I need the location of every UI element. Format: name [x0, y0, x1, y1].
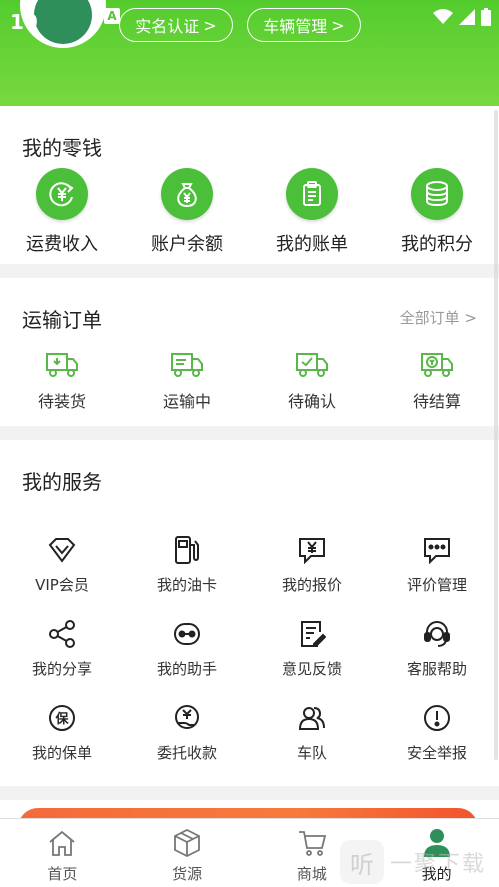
box-icon — [125, 827, 250, 859]
service-label: 委托收款 — [156, 744, 217, 762]
wallet-title: 我的零钱 — [22, 136, 102, 160]
wallet-item-label: 我的账单 — [276, 234, 348, 255]
scrollbar[interactable] — [494, 110, 498, 760]
service-label: VIP会员 — [35, 576, 89, 594]
service-vip[interactable]: VIP会员 — [7, 534, 117, 595]
status-time: 10 — [10, 10, 38, 34]
all-orders-link[interactable]: 全部订单 > — [400, 307, 477, 328]
services-title: 我的服务 — [22, 470, 102, 494]
truck-load-icon — [12, 350, 112, 380]
vehicle-management-label: 车辆管理 — [263, 17, 328, 36]
service-label: 我的油卡 — [156, 576, 217, 594]
wifi-icon — [433, 9, 453, 24]
signal-icon — [459, 9, 475, 25]
comment-icon — [382, 534, 492, 566]
freight-income-icon — [36, 168, 88, 220]
truck-moving-icon — [137, 350, 237, 380]
service-customer-help[interactable]: 客服帮助 — [382, 618, 492, 679]
insurance-icon: 保 — [7, 702, 117, 734]
avatar-image — [34, 0, 92, 44]
wallet-item-label: 运费收入 — [26, 234, 98, 255]
share-icon — [7, 618, 117, 650]
order-status-label: 待装货 — [37, 392, 86, 411]
order-status-pending-load[interactable]: 待装货 — [12, 350, 112, 412]
wallet-item-freight-income[interactable]: 运费收入 — [12, 168, 112, 256]
truck-check-icon — [262, 350, 362, 380]
status-notification-icon: A — [104, 8, 120, 24]
service-fleet[interactable]: 车队 — [257, 702, 367, 763]
watermark-text: 一聚下载 — [390, 852, 487, 877]
svg-text:保: 保 — [54, 711, 69, 727]
service-label: 我的助手 — [156, 660, 217, 678]
service-feedback[interactable]: 意见反馈 — [257, 618, 367, 679]
alert-icon — [382, 702, 492, 734]
profile-header: 10 A 实名认证 > 车辆管理 > — [0, 0, 499, 106]
feedback-icon — [257, 618, 367, 650]
headset-icon — [382, 618, 492, 650]
chevron-right-icon: > — [331, 15, 345, 35]
status-icons — [433, 8, 491, 26]
order-status-label: 运输中 — [162, 392, 211, 411]
diamond-icon — [7, 534, 117, 566]
service-label: 意见反馈 — [281, 660, 342, 678]
service-my-share[interactable]: 我的分享 — [7, 618, 117, 679]
coins-stack-icon — [411, 168, 463, 220]
truck-settle-icon — [387, 350, 487, 380]
order-status-pending-settle[interactable]: 待结算 — [387, 350, 487, 412]
order-status-in-transit[interactable]: 运输中 — [137, 350, 237, 412]
tab-cargo[interactable]: 货源 — [125, 819, 250, 887]
quote-icon — [257, 534, 367, 566]
chevron-right-icon: > — [203, 15, 217, 35]
service-my-policy[interactable]: 保 我的保单 — [7, 702, 117, 763]
verify-identity-label: 实名认证 — [135, 17, 200, 36]
service-entrusted-collection[interactable]: 委托收款 — [132, 702, 242, 763]
team-icon — [257, 702, 367, 734]
watermark-logo: 听 — [340, 840, 384, 884]
wallet-item-label: 账户余额 — [151, 234, 223, 255]
service-label: 我的保单 — [31, 744, 92, 762]
wallet-item-my-points[interactable]: 我的积分 — [387, 168, 487, 256]
tab-home[interactable]: 首页 — [0, 819, 125, 887]
wallet-card: 我的零钱 运费收入 账户余额 我的账单 我的积分 — [0, 106, 499, 264]
service-label: 车队 — [296, 744, 327, 762]
orders-title: 运输订单 — [22, 308, 102, 332]
watermark: 听 一聚下载 — [340, 840, 486, 884]
service-label: 我的报价 — [281, 576, 342, 594]
verify-identity-button[interactable]: 实名认证 > — [119, 8, 233, 42]
service-label: 安全举报 — [406, 744, 467, 762]
service-fuel-card[interactable]: 我的油卡 — [132, 534, 242, 595]
order-status-label: 待结算 — [412, 392, 461, 411]
money-bag-icon — [161, 168, 213, 220]
fuel-pump-icon — [132, 534, 242, 566]
wallet-item-account-balance[interactable]: 账户余额 — [137, 168, 237, 256]
profile-page: { "status_bar": {"time": "10"}, "header"… — [0, 0, 499, 887]
transport-orders-card: 运输订单 全部订单 > 待装货 运输中 待确认 待结算 — [0, 278, 499, 426]
home-icon — [0, 827, 125, 859]
hand-money-icon — [132, 702, 242, 734]
service-label: 我的分享 — [31, 660, 92, 678]
battery-icon — [481, 8, 491, 26]
service-my-assistant[interactable]: 我的助手 — [132, 618, 242, 679]
tab-label: 首页 — [47, 865, 78, 883]
my-services-card: 我的服务 VIP会员 我的油卡 我的报价 评价管理 我的分享 我的助手 意见反馈… — [0, 440, 499, 786]
wallet-item-my-bills[interactable]: 我的账单 — [262, 168, 362, 256]
clipboard-icon — [286, 168, 338, 220]
tab-label: 货源 — [172, 865, 203, 883]
service-label: 评价管理 — [406, 576, 467, 594]
service-my-quote[interactable]: 我的报价 — [257, 534, 367, 595]
order-status-pending-confirm[interactable]: 待确认 — [262, 350, 362, 412]
service-review-management[interactable]: 评价管理 — [382, 534, 492, 595]
robot-icon — [132, 618, 242, 650]
order-status-label: 待确认 — [287, 392, 336, 411]
vehicle-management-button[interactable]: 车辆管理 > — [247, 8, 361, 42]
wallet-item-label: 我的积分 — [401, 234, 473, 255]
service-safety-report[interactable]: 安全举报 — [382, 702, 492, 763]
service-label: 客服帮助 — [406, 660, 467, 678]
